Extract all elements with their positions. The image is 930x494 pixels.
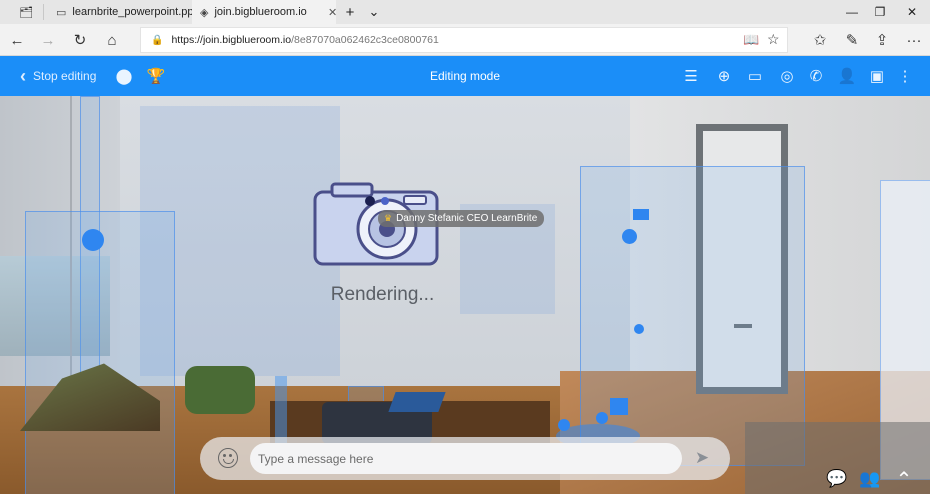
transform-handle[interactable] xyxy=(633,209,649,220)
site-icon: ◈ xyxy=(200,6,209,19)
transform-handle[interactable] xyxy=(82,229,104,251)
favorites-hub-button[interactable]: ✩ xyxy=(804,24,836,56)
web-note-button[interactable]: ✎ xyxy=(836,24,868,56)
rendering-status: Rendering... xyxy=(330,284,435,305)
share-button[interactable]: ⇪ xyxy=(866,24,898,56)
pen-icon: ✎ xyxy=(845,32,859,49)
lock-icon: 🔒 xyxy=(151,34,164,46)
chevron-up-icon[interactable]: ⌃ xyxy=(891,468,917,491)
browser-tab-strip: 🗂 ▭ learnbrite_powerpoint.ppt ◈ join.big… xyxy=(0,0,930,24)
participants-icon[interactable]: 👥 xyxy=(857,468,883,490)
transform-handle[interactable] xyxy=(622,229,637,244)
send-icon[interactable]: ➤ xyxy=(690,447,714,469)
close-window-button[interactable]: ✕ xyxy=(894,0,930,24)
transform-handle[interactable] xyxy=(610,398,628,415)
tab-join-bigblueroom[interactable]: ◈ join.bigblueroom.io ✕ xyxy=(192,0,337,24)
crown-icon: ♛ xyxy=(384,213,393,223)
tab-manager-button[interactable]: 🗂 xyxy=(10,0,42,24)
home-icon: ⌂ xyxy=(107,31,117,49)
close-tab-icon[interactable]: ✕ xyxy=(328,6,337,19)
tree-model xyxy=(185,366,255,414)
trophy-icon[interactable]: 🏆 xyxy=(143,56,169,96)
chevron-left-icon: ‹ xyxy=(20,65,26,86)
home-button[interactable]: ⌂ xyxy=(96,24,128,56)
phone-icon[interactable]: ✆ xyxy=(803,56,829,96)
3d-viewport[interactable]: Rendering... ♛ Danny Stefanic CEO LearnB… xyxy=(0,96,930,494)
transform-handle[interactable] xyxy=(634,324,644,334)
forward-button[interactable]: → xyxy=(32,24,64,56)
more-dots-icon: ··· xyxy=(906,31,922,49)
tab-list-chevron-icon[interactable]: ⌄ xyxy=(364,0,384,24)
back-button[interactable]: ← xyxy=(1,24,33,56)
message-input[interactable] xyxy=(250,443,682,474)
more-options-button[interactable]: ··· xyxy=(898,24,930,56)
url-path: /8e87070a062462c3ce0800761 xyxy=(291,34,439,46)
remove-target-icon[interactable]: ◎ xyxy=(774,56,800,96)
new-tab-button[interactable]: + xyxy=(340,0,360,24)
reading-view-icon[interactable]: 📖 xyxy=(743,32,759,48)
maximize-button[interactable]: ❐ xyxy=(862,0,898,24)
location-pin-icon[interactable]: ⬤ xyxy=(111,56,137,96)
add-screen-icon[interactable]: ▭ xyxy=(742,56,768,96)
page-icon: ▭ xyxy=(56,6,67,19)
vr-headset-icon[interactable]: ▣ xyxy=(864,56,890,96)
stop-editing-button[interactable]: ‹ Stop editing xyxy=(20,56,96,96)
user-name: Danny Stefanic CEO LearnBrite xyxy=(396,213,538,224)
chat-bubble-icon[interactable]: 💬 xyxy=(824,468,850,490)
browser-navigation-bar: ← → ↻ ⌂ 🔒 https://join.bigblueroom.io/8e… xyxy=(0,24,930,56)
app-toolbar: ‹ Stop editing ⬤ 🏆 Editing mode ☰ ⊕ ▭ ◎ … xyxy=(0,56,930,96)
tab-manager-icon: 🗂 xyxy=(19,6,33,19)
tab-learnbrite-powerpoint[interactable]: ▭ learnbrite_powerpoint.ppt xyxy=(48,0,197,24)
tab-label: join.bigblueroom.io xyxy=(214,6,307,18)
user-name-tag: ♛ Danny Stefanic CEO LearnBrite xyxy=(378,210,545,227)
edit-list-icon[interactable]: ☰ xyxy=(678,56,704,96)
refresh-icon: ↻ xyxy=(73,32,87,49)
forward-arrow-icon: → xyxy=(40,31,56,49)
tab-divider xyxy=(43,4,44,20)
favorites-icon: ✩ xyxy=(813,32,827,49)
edit-volume[interactable] xyxy=(25,211,175,494)
tab-label: learnbrite_powerpoint.ppt xyxy=(72,6,197,18)
emoji-icon[interactable] xyxy=(218,448,238,468)
add-user-icon[interactable]: 👤 xyxy=(834,56,860,96)
url-host: https://join.bigblueroom.io xyxy=(171,34,292,46)
tablet xyxy=(388,392,446,412)
floating-screen[interactable] xyxy=(275,376,287,446)
add-location-icon[interactable]: ⊕ xyxy=(711,56,737,96)
refresh-button[interactable]: ↻ xyxy=(64,24,96,56)
edit-volume[interactable] xyxy=(580,166,805,466)
address-bar[interactable]: 🔒 https://join.bigblueroom.io/8e87070a06… xyxy=(140,27,788,53)
back-arrow-icon: ← xyxy=(9,31,25,49)
stop-editing-label: Stop editing xyxy=(33,69,97,83)
transform-handle[interactable] xyxy=(596,412,608,424)
favorite-star-icon[interactable]: ☆ xyxy=(767,31,780,48)
more-icon[interactable]: ⋮ xyxy=(892,56,918,96)
chat-bar: ➤ xyxy=(200,437,730,480)
share-icon: ⇪ xyxy=(875,32,889,49)
